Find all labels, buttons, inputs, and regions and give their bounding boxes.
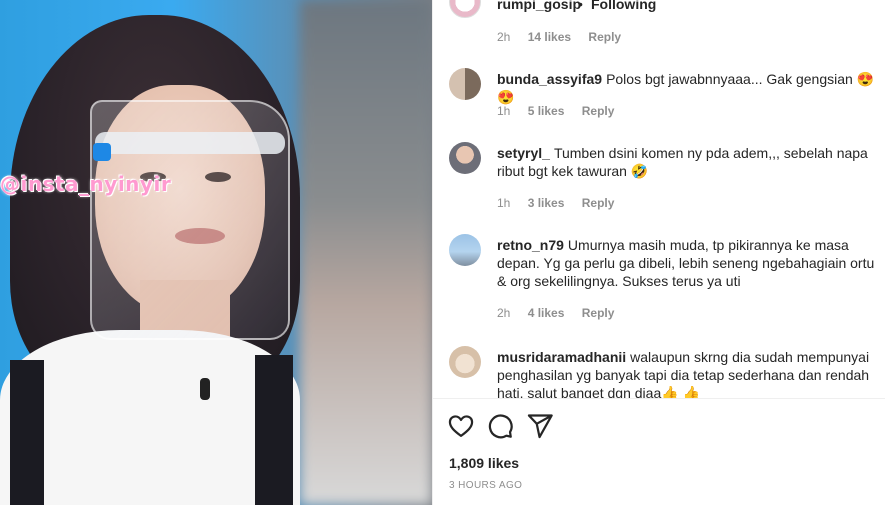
comment-reply-button[interactable]: Reply <box>582 104 615 118</box>
post-timestamp[interactable]: 3 HOURS AGO <box>449 480 522 491</box>
comment-body: setyryl_ Tumben dsini komen ny pda adem,,… <box>497 144 885 180</box>
author-username[interactable]: rumpi_gosip <box>497 0 581 12</box>
comment-time[interactable]: 2h <box>497 306 510 320</box>
shirt-strap-right <box>255 355 293 505</box>
clip-microphone <box>200 378 210 400</box>
post-header: rumpi_gosip • Following <box>433 0 885 30</box>
comment-body: musridaramadhanii walaupun skrng dia suda… <box>497 348 885 398</box>
commenter-avatar[interactable] <box>449 68 481 100</box>
heart-icon[interactable] <box>447 412 475 440</box>
comment-time[interactable]: 1h <box>497 104 510 118</box>
comment-body: bunda_assyifa9 Polos bgt jawabnnyaaa... G… <box>497 70 885 106</box>
post-side-panel: rumpi_gosip • Following 2h 14 likes Repl… <box>432 0 885 505</box>
author-avatar[interactable] <box>449 0 481 18</box>
comment-reply-button[interactable]: Reply <box>582 196 615 210</box>
media-watermark: @insta_nyinyir <box>0 172 172 196</box>
comment-meta: 2h 14 likes Reply <box>497 30 635 44</box>
following-button[interactable]: Following <box>591 0 656 12</box>
comment-time[interactable]: 2h <box>497 30 510 44</box>
commenter-username[interactable]: musridaramadhanii <box>497 349 626 365</box>
share-icon[interactable] <box>526 412 554 440</box>
comment-icon[interactable] <box>486 412 514 440</box>
commenter-avatar[interactable] <box>449 234 481 266</box>
commenter-username[interactable]: bunda_assyifa9 <box>497 71 602 87</box>
post-media[interactable]: @insta_nyinyir <box>0 0 432 505</box>
face-shield-clip <box>93 143 111 161</box>
commenter-avatar[interactable] <box>449 142 481 174</box>
comment-time[interactable]: 1h <box>497 196 510 210</box>
background-blur <box>300 0 432 505</box>
post-actions <box>433 410 885 442</box>
comment-likes[interactable]: 4 likes <box>528 306 565 320</box>
comment-meta: 1h 3 likes Reply <box>497 196 628 210</box>
commenter-username[interactable]: retno_n79 <box>497 237 564 253</box>
header-separator: • <box>578 0 583 12</box>
shirt-strap-left <box>10 360 44 505</box>
comment-likes[interactable]: 5 likes <box>528 104 565 118</box>
comment-text: Tumben dsini komen ny pda adem,,, sebela… <box>497 145 868 179</box>
comments-list[interactable]: 2h 14 likes Reply bunda_assyifa9 Polos bg… <box>433 30 885 398</box>
face-shield-band <box>95 132 285 154</box>
comment-reply-button[interactable]: Reply <box>582 306 615 320</box>
commenter-avatar[interactable] <box>449 346 481 378</box>
comment-meta: 2h 4 likes Reply <box>497 306 628 320</box>
commenter-username[interactable]: setyryl_ <box>497 145 550 161</box>
likes-count[interactable]: 1,809 likes <box>449 455 519 471</box>
comment-meta: 1h 5 likes Reply <box>497 104 628 118</box>
comment-likes[interactable]: 3 likes <box>528 196 565 210</box>
actions-divider <box>433 398 885 399</box>
comment-reply-button[interactable]: Reply <box>588 30 621 44</box>
comment-likes[interactable]: 14 likes <box>528 30 571 44</box>
comment-body: retno_n79 Umurnya masih muda, tp pikirann… <box>497 236 885 290</box>
